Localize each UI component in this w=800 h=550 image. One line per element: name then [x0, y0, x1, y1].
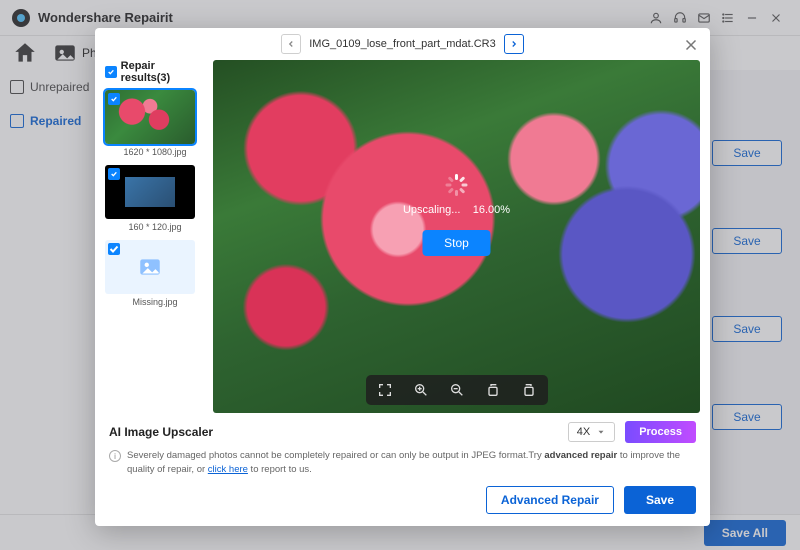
modal-footer: Advanced Repair Save — [95, 482, 710, 526]
stop-button[interactable]: Stop — [422, 230, 491, 256]
scale-value: 4X — [577, 426, 590, 438]
zoom-in-icon[interactable] — [412, 381, 430, 399]
thumbnail-panel: Repair results(3) 1620 * 1080.jpg 160 * … — [105, 60, 205, 413]
progress-percent: 16.00% — [473, 204, 510, 216]
results-heading-label: Repair results(3) — [121, 60, 205, 84]
rotate-right-icon[interactable] — [520, 381, 538, 399]
note-row: i Severely damaged photos cannot be comp… — [95, 447, 710, 482]
upscaler-row: AI Image Upscaler 4X Process — [95, 413, 710, 447]
progress-label: Upscaling... — [403, 204, 460, 216]
next-file-button[interactable] — [504, 34, 524, 54]
upscaler-label: AI Image Upscaler — [109, 425, 558, 439]
results-heading[interactable]: Repair results(3) — [105, 60, 205, 84]
preview-toolbar — [366, 375, 548, 405]
rotate-left-icon[interactable] — [484, 381, 502, 399]
report-link[interactable]: click here — [208, 464, 248, 475]
thumbnail-caption: 1620 * 1080.jpg — [105, 147, 205, 157]
thumbnail-image[interactable] — [105, 90, 195, 144]
process-button[interactable]: Process — [625, 421, 696, 443]
thumbnail[interactable]: Missing.jpg — [105, 240, 205, 307]
fullscreen-icon[interactable] — [376, 381, 394, 399]
prev-file-button[interactable] — [281, 34, 301, 54]
thumbnail[interactable]: 160 * 120.jpg — [105, 165, 205, 232]
spinner-icon — [446, 174, 468, 196]
thumbnail-image[interactable] — [105, 165, 195, 219]
note-text: Severely damaged photos cannot be comple… — [127, 449, 696, 476]
select-all-checkbox[interactable] — [105, 66, 117, 78]
thumb-checkbox[interactable] — [108, 93, 120, 105]
zoom-out-icon[interactable] — [448, 381, 466, 399]
thumbnail[interactable]: 1620 * 1080.jpg — [105, 90, 205, 157]
filename-label: IMG_0109_lose_front_part_mdat.CR3 — [309, 38, 496, 50]
preview-modal: IMG_0109_lose_front_part_mdat.CR3 Repair… — [95, 28, 710, 526]
scale-select[interactable]: 4X — [568, 422, 615, 442]
thumb-checkbox[interactable] — [108, 168, 120, 180]
info-icon: i — [109, 450, 121, 462]
thumbnail-caption: Missing.jpg — [105, 297, 205, 307]
thumbnail-image[interactable] — [105, 240, 195, 294]
close-modal-button[interactable] — [682, 36, 700, 54]
chevron-down-icon — [596, 427, 606, 437]
modal-header: IMG_0109_lose_front_part_mdat.CR3 — [95, 28, 710, 60]
preview-image: Upscaling... 16.00% Stop — [213, 60, 700, 413]
thumbnail-caption: 160 * 120.jpg — [105, 222, 205, 232]
advanced-repair-button[interactable]: Advanced Repair — [486, 486, 614, 514]
progress-overlay: Upscaling... 16.00% Stop — [403, 174, 510, 256]
modal-save-button[interactable]: Save — [624, 486, 696, 514]
thumb-checkbox[interactable] — [108, 243, 120, 255]
